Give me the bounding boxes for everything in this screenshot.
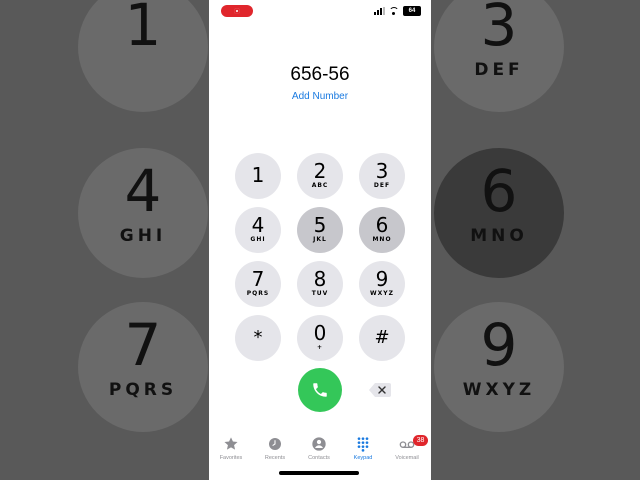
bg-key-3: 3 DEF bbox=[434, 0, 564, 112]
screen-recording-indicator[interactable] bbox=[221, 5, 253, 17]
tab-favorites[interactable]: Favorites bbox=[209, 436, 253, 461]
tab-voicemail[interactable]: 38 Voicemail bbox=[385, 435, 429, 461]
battery-icon: 64 bbox=[403, 6, 421, 16]
phone-screen: 64 656-56 Add Number 1 2 ABC 3 DEF 4 GHI 5J… bbox=[209, 0, 431, 480]
key-9[interactable]: 9 WXYZ bbox=[359, 261, 405, 307]
person-icon bbox=[312, 437, 326, 451]
home-indicator[interactable] bbox=[279, 471, 359, 475]
bg-key-1: 1 bbox=[78, 0, 208, 112]
clock-icon bbox=[269, 438, 281, 450]
key-4[interactable]: 4 GHI bbox=[235, 207, 281, 253]
voicemail-badge: 38 bbox=[413, 435, 428, 446]
keypad-icon bbox=[357, 437, 369, 452]
tab-bar: Favorites Recents Contacts Keypad 38 Voi… bbox=[209, 435, 431, 466]
add-number-link[interactable]: Add Number bbox=[209, 91, 431, 102]
key-7[interactable]: 7 PQRS bbox=[235, 261, 281, 307]
bg-key-4: 4 GHI bbox=[78, 148, 208, 278]
signal-icon bbox=[374, 7, 385, 15]
key-8[interactable]: 8 TUV bbox=[297, 261, 343, 307]
key-2[interactable]: 2 ABC bbox=[297, 153, 343, 199]
key-6[interactable]: 6 MNO bbox=[359, 207, 405, 253]
key-3[interactable]: 3 DEF bbox=[359, 153, 405, 199]
call-button[interactable] bbox=[298, 368, 342, 412]
tab-contacts[interactable]: Contacts bbox=[297, 436, 341, 461]
bg-key-6: 6 MNO bbox=[434, 148, 564, 278]
status-icons: 64 bbox=[374, 6, 421, 16]
backspace-icon bbox=[369, 383, 391, 397]
bg-key-9: 9 WXYZ bbox=[434, 302, 564, 432]
tab-keypad[interactable]: Keypad bbox=[341, 436, 385, 461]
star-icon bbox=[224, 437, 238, 450]
status-bar: 64 bbox=[209, 0, 431, 22]
wifi-icon bbox=[389, 7, 399, 15]
key-5[interactable]: 5 JKL bbox=[297, 207, 343, 253]
delete-button[interactable] bbox=[369, 383, 391, 397]
key-star[interactable]: * bbox=[235, 315, 281, 361]
tab-recents[interactable]: Recents bbox=[253, 436, 297, 461]
key-0[interactable]: 0 + bbox=[297, 315, 343, 361]
bg-key-7: 7 PQRS bbox=[78, 302, 208, 432]
key-hash[interactable]: # bbox=[359, 315, 405, 361]
phone-icon bbox=[313, 383, 327, 397]
dialed-number: 656-56 bbox=[290, 64, 350, 85]
key-1[interactable]: 1 bbox=[235, 153, 281, 199]
